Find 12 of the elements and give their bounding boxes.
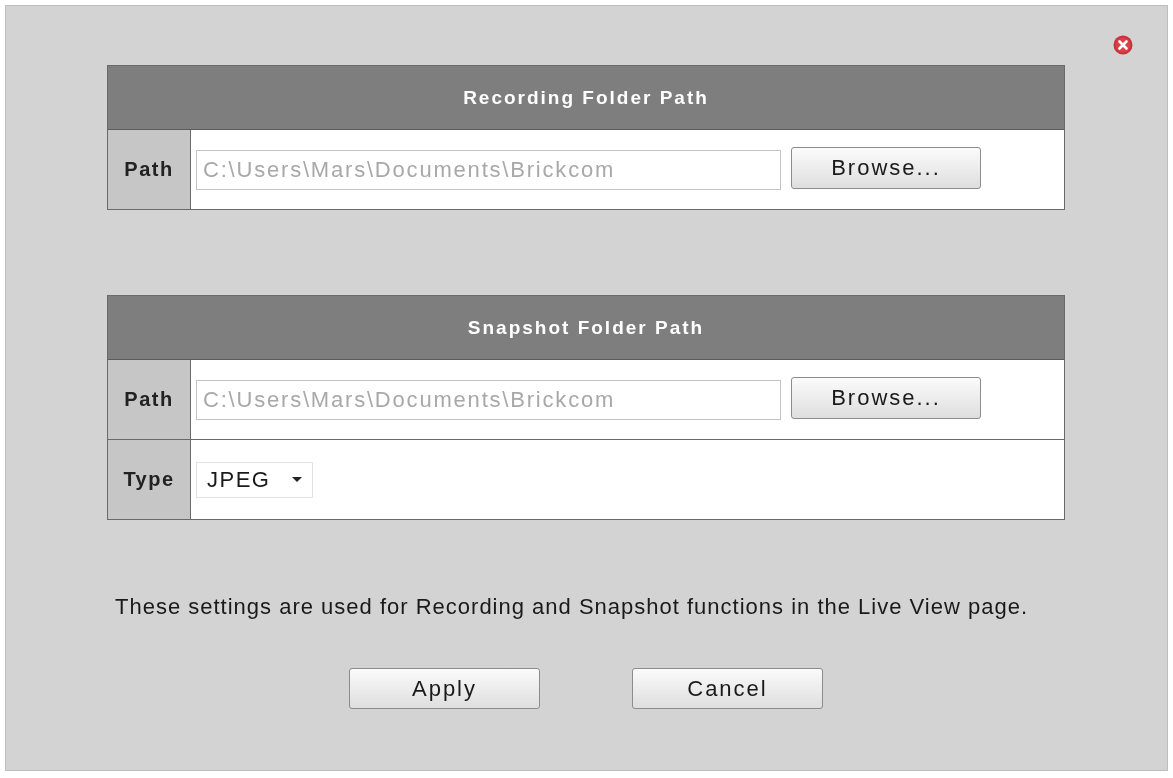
close-button[interactable] [1113,35,1133,55]
close-icon [1113,35,1133,55]
row-label: Type [108,440,191,519]
section-header: Recording Folder Path [108,66,1064,130]
row-label: Path [108,360,191,439]
section-header: Snapshot Folder Path [108,296,1064,360]
caret-icon [292,477,302,482]
info-text: These settings are used for Recording and Snapshot functions in the Live View page. [115,594,1028,620]
apply-button[interactable]: Apply [349,668,540,709]
type-dropdown[interactable]: JPEG [196,461,313,498]
row-label: Path [108,130,191,209]
cancel-button[interactable]: Cancel [632,668,823,709]
